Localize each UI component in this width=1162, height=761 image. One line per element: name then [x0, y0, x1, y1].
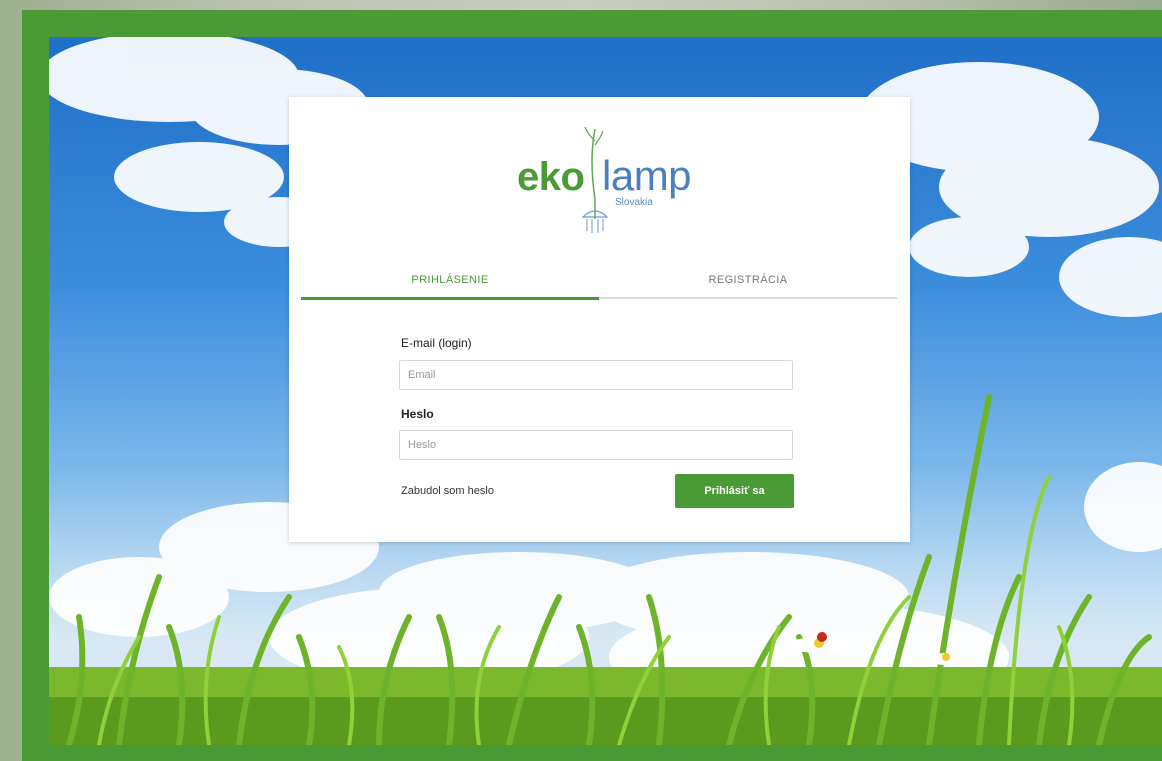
lamp-plant-icon: [581, 126, 609, 233]
tab-login[interactable]: PRIHLÁSENIE: [301, 264, 599, 300]
logo-subtitle: Slovakia: [615, 197, 653, 208]
auth-tabs: PRIHLÁSENIE REGISTRÁCIA: [301, 264, 898, 300]
password-label: Heslo: [401, 407, 434, 421]
login-button[interactable]: Prihlásiť sa: [675, 474, 794, 508]
logo-text-lamp: lamp: [602, 152, 692, 199]
email-label: E-mail (login): [401, 336, 472, 350]
ekolamp-logo: eko lamp Slovakia: [289, 119, 910, 244]
email-field[interactable]: [399, 360, 793, 390]
forgot-password-link[interactable]: Zabudol som heslo: [401, 485, 494, 497]
tab-register[interactable]: REGISTRÁCIA: [599, 264, 897, 299]
password-field[interactable]: [399, 430, 793, 460]
logo-text-eko: eko: [517, 155, 585, 199]
login-card: eko lamp Slovakia PRIHLÁSENIE REGISTRÁCI…: [289, 97, 910, 542]
